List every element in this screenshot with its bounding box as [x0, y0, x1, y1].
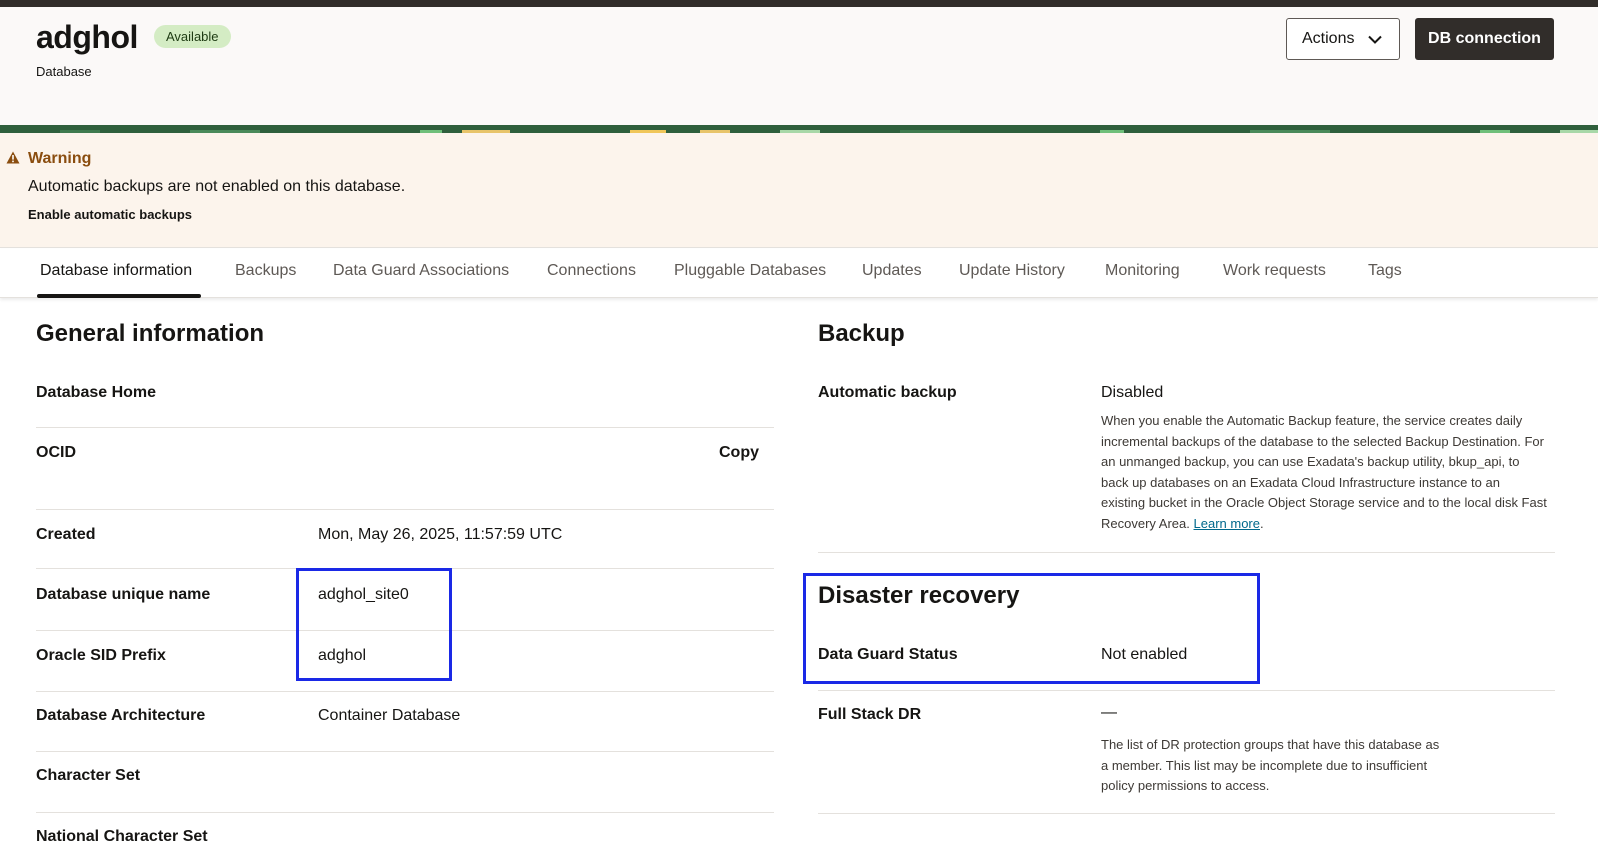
tab-updates[interactable]: Updates: [862, 262, 922, 280]
character-set-label: Character Set: [36, 767, 141, 784]
divider: [36, 812, 774, 813]
full-stack-dr-label: Full Stack DR: [818, 706, 922, 723]
active-tab-indicator: [37, 294, 201, 298]
automatic-backup-value: Disabled: [1101, 384, 1164, 401]
created-label: Created: [36, 526, 96, 543]
status-badge: Available: [154, 25, 231, 48]
divider: [36, 751, 774, 752]
tab-connections[interactable]: Connections: [547, 262, 636, 280]
divider: [818, 690, 1555, 691]
highlight-box: [803, 573, 1260, 684]
page-subtitle: Database: [36, 64, 92, 79]
divider: [818, 552, 1555, 553]
automatic-backup-label: Automatic backup: [818, 384, 957, 401]
created-value: Mon, May 26, 2025, 11:57:59 UTC: [318, 526, 563, 543]
actions-button[interactable]: Actions: [1286, 18, 1400, 60]
national-character-set-label: National Character Set: [36, 828, 208, 845]
warning-title: Warning: [28, 150, 92, 167]
architecture-label: Database Architecture: [36, 707, 206, 724]
unique-name-label: Database unique name: [36, 586, 211, 603]
sid-prefix-label: Oracle SID Prefix: [36, 647, 166, 664]
page-title: adghol: [36, 19, 138, 55]
top-strip: [0, 0, 1598, 7]
tab-work-requests[interactable]: Work requests: [1223, 262, 1326, 280]
chevron-down-icon: [1368, 35, 1383, 44]
divider: [36, 691, 774, 692]
tab-monitoring[interactable]: Monitoring: [1105, 262, 1180, 280]
divider: [36, 427, 774, 428]
tab-update-history[interactable]: Update History: [959, 262, 1065, 280]
db-connection-button[interactable]: DB connection: [1415, 18, 1554, 60]
divider: [36, 509, 774, 510]
ocid-label: OCID: [36, 444, 76, 461]
highlight-box: [296, 568, 452, 681]
page-header: adghol Available Database Actions DB con…: [0, 7, 1598, 125]
learn-more-link[interactable]: Learn more: [1194, 516, 1260, 531]
warning-icon: [6, 151, 20, 164]
tab-database-information[interactable]: Database information: [40, 262, 192, 280]
full-stack-dr-value: —: [1101, 704, 1117, 721]
copy-ocid-link[interactable]: Copy: [719, 444, 759, 462]
actions-button-label: Actions: [1302, 30, 1355, 47]
backup-help-body: When you enable the Automatic Backup fea…: [1101, 413, 1547, 531]
general-information-heading: General information: [36, 320, 265, 347]
tab-pluggable-databases[interactable]: Pluggable Databases: [674, 262, 826, 280]
tab-bar: Database information Backups Data Guard …: [0, 249, 1598, 298]
full-stack-dr-help: The list of DR protection groups that ha…: [1101, 737, 1440, 794]
enable-backups-link[interactable]: Enable automatic backups: [28, 207, 192, 222]
divider: [818, 813, 1555, 814]
tab-backups[interactable]: Backups: [235, 262, 296, 280]
architecture-value: Container Database: [318, 707, 461, 724]
tab-data-guard-associations[interactable]: Data Guard Associations: [333, 262, 509, 280]
tab-tags[interactable]: Tags: [1368, 262, 1402, 280]
database-home-label: Database Home: [36, 384, 157, 401]
warning-message: Automatic backups are not enabled on thi…: [28, 178, 406, 195]
warning-alert: Warning Automatic backups are not enable…: [0, 133, 1598, 248]
decorative-banner: [0, 125, 1598, 133]
backup-help-text: When you enable the Automatic Backup fea…: [1101, 413, 1547, 531]
backup-heading: Backup: [818, 320, 905, 347]
